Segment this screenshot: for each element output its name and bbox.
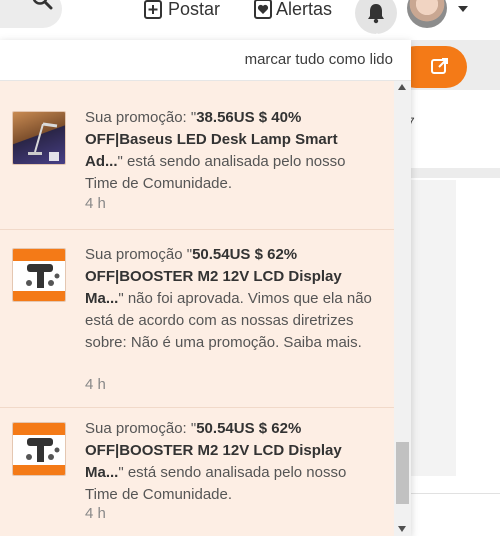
search-icon bbox=[32, 0, 53, 10]
notifications-dropdown: marcar tudo como lido Sua promoção: "38.… bbox=[0, 40, 411, 536]
scrollbar-thumb[interactable] bbox=[396, 441, 409, 504]
background-divider bbox=[410, 493, 500, 494]
lamp-thumbnail bbox=[12, 111, 66, 165]
mark-all-read-link[interactable]: marcar tudo como lido bbox=[245, 51, 393, 68]
avatar[interactable] bbox=[407, 0, 447, 28]
notification-text: Sua promoção: "50.54US $ 62% OFF|BOOSTER… bbox=[85, 420, 347, 503]
bell-icon bbox=[368, 4, 384, 24]
post-label: Postar bbox=[168, 0, 221, 19]
alerts-button[interactable]: Alertas bbox=[253, 0, 332, 22]
search-button[interactable] bbox=[0, 0, 62, 28]
post-button[interactable]: Postar bbox=[143, 0, 220, 22]
notification-time: 4 h bbox=[85, 505, 106, 522]
alerts-label: Alertas bbox=[276, 0, 333, 19]
notification-time: 4 h bbox=[85, 195, 106, 212]
top-header: Postar Alertas bbox=[0, 0, 500, 40]
chevron-down-icon[interactable] bbox=[457, 5, 469, 13]
massage-gun-thumbnail bbox=[12, 248, 66, 302]
notifications-button[interactable] bbox=[355, 0, 397, 34]
notification-item[interactable]: Sua promoção: "38.56US $ 40% OFF|Baseus … bbox=[0, 81, 394, 230]
background-placeholder bbox=[410, 180, 456, 476]
scrollbar[interactable] bbox=[394, 81, 411, 536]
notification-list: Sua promoção: "38.56US $ 40% OFF|Baseus … bbox=[0, 81, 394, 536]
add-post-icon bbox=[144, 0, 162, 19]
massage-gun-thumbnail bbox=[12, 422, 66, 476]
notification-item[interactable]: Sua promoção "50.54US $ 62% OFF|BOOSTER … bbox=[0, 230, 394, 408]
dropdown-header: marcar tudo como lido bbox=[0, 40, 411, 81]
notification-time: 4 h bbox=[85, 376, 106, 393]
notification-text: Sua promoção "50.54US $ 62% OFF|BOOSTER … bbox=[85, 246, 372, 351]
notification-item[interactable]: Sua promoção: "50.54US $ 62% OFF|BOOSTER… bbox=[0, 408, 394, 536]
notification-text: Sua promoção: "38.56US $ 40% OFF|Baseus … bbox=[85, 109, 346, 192]
scroll-down-arrow-icon[interactable] bbox=[398, 526, 406, 532]
external-link-icon bbox=[431, 58, 448, 74]
alert-heart-icon bbox=[254, 0, 272, 19]
scroll-up-arrow-icon[interactable] bbox=[398, 84, 406, 90]
